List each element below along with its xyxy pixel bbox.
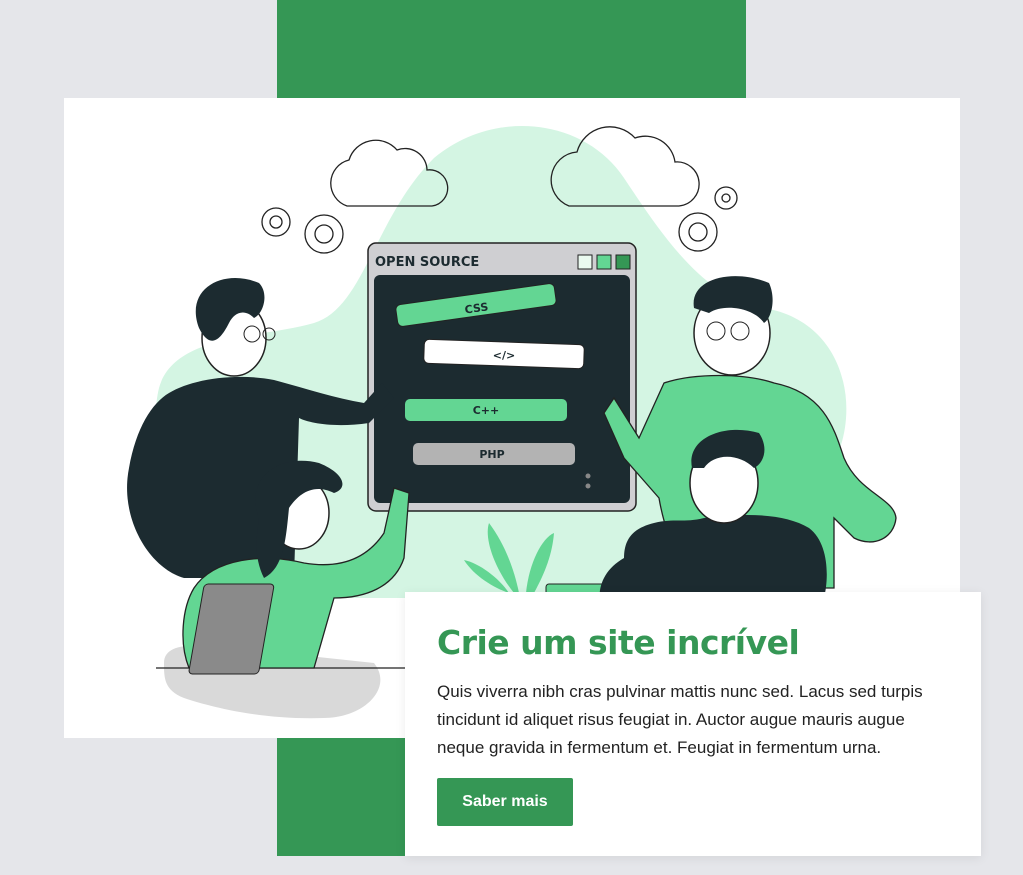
tag-cpp: C++: [405, 399, 567, 421]
tag-code-label: </>: [493, 349, 515, 362]
code-window: OPEN SOURCE: [367, 242, 637, 512]
tag-code: </>: [423, 338, 585, 370]
window-title: OPEN SOURCE: [375, 255, 479, 270]
hero-headline: Crie um site incrível: [437, 623, 800, 662]
tag-php: PHP: [413, 443, 575, 465]
tag-cpp-label: C++: [473, 404, 500, 417]
hero-description: Quis viverra nibh cras pulvinar mattis n…: [437, 682, 923, 757]
tag-php-label: PHP: [479, 448, 504, 461]
hero-content-card: Crie um site incrível Quis viverra nibh …: [405, 592, 981, 856]
learn-more-button[interactable]: Saber mais: [437, 778, 573, 826]
